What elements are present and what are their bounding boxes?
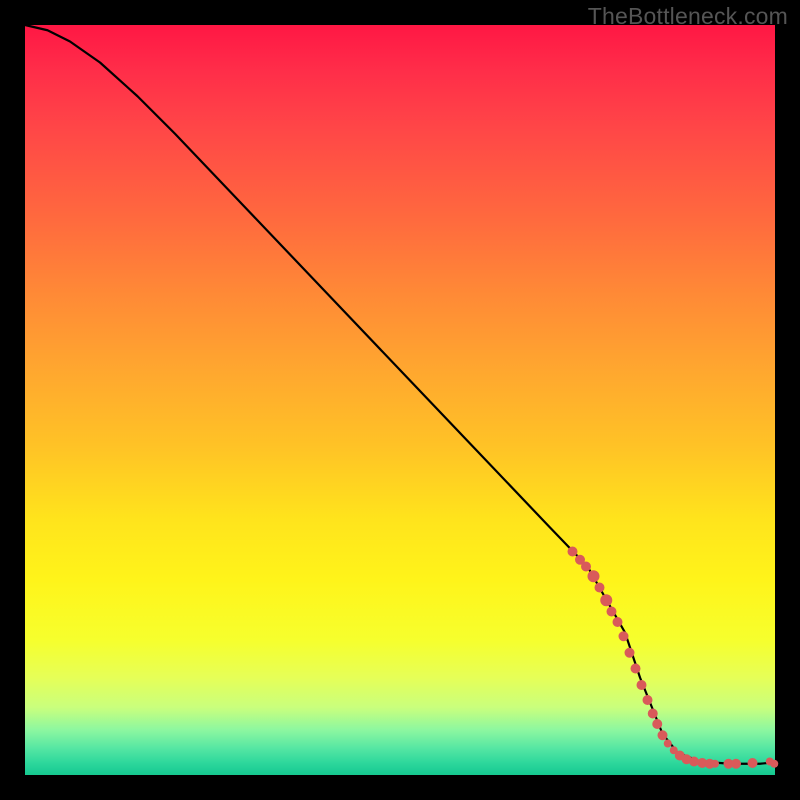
data-point [748, 758, 758, 768]
data-point [637, 680, 647, 690]
curve-markers [568, 547, 779, 769]
data-point [658, 730, 668, 740]
data-point [652, 719, 662, 729]
data-point [588, 570, 600, 582]
data-point [664, 740, 672, 748]
chart-overlay [25, 25, 775, 775]
data-point [600, 594, 612, 606]
data-point [770, 760, 778, 768]
data-point [643, 695, 653, 705]
data-point [619, 631, 629, 641]
data-point [595, 583, 605, 593]
data-point [607, 607, 617, 617]
data-point [711, 760, 719, 768]
chart-frame: TheBottleneck.com [0, 0, 800, 800]
data-point [581, 562, 591, 572]
bottleneck-curve [25, 25, 775, 764]
data-point [613, 617, 623, 627]
data-point [648, 709, 658, 719]
data-point [731, 759, 741, 769]
watermark-text: TheBottleneck.com [588, 3, 788, 30]
data-point [631, 664, 641, 674]
data-point [568, 547, 578, 557]
data-point [625, 648, 635, 658]
plot-area [25, 25, 775, 775]
